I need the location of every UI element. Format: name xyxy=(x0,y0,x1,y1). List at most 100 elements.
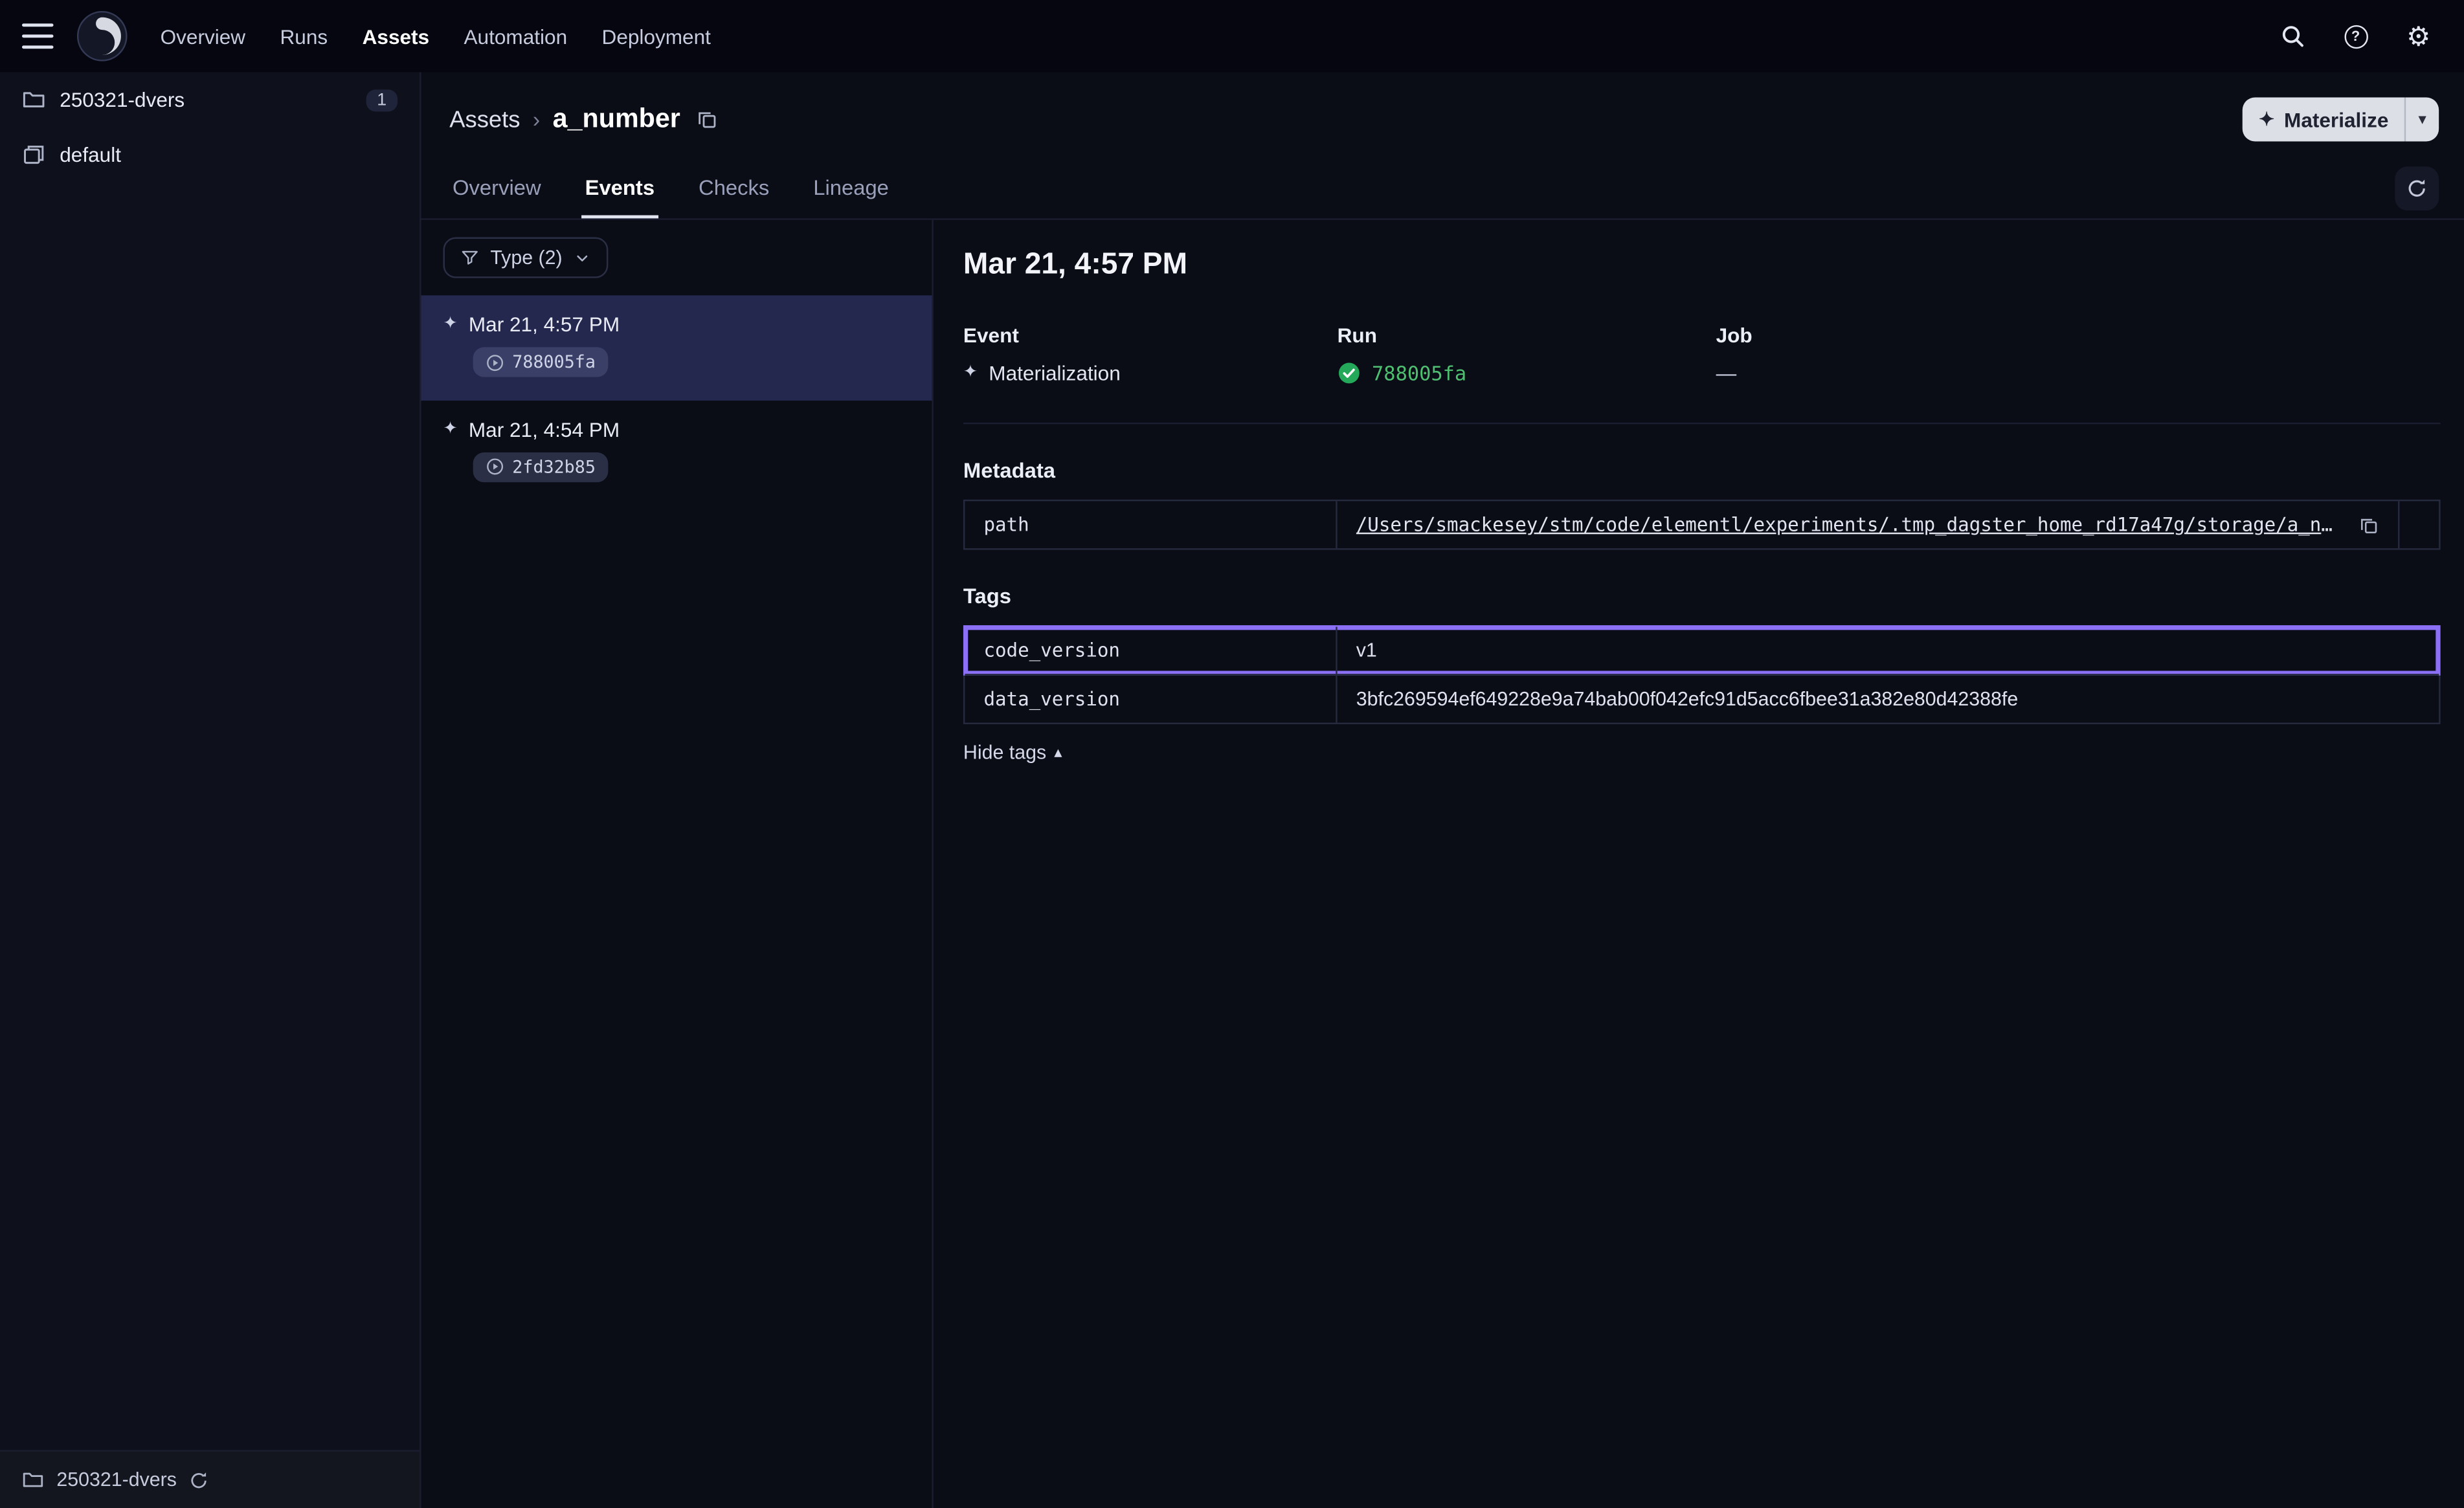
metadata-key: path xyxy=(965,501,1337,548)
menu-icon[interactable] xyxy=(22,23,54,49)
reload-icon[interactable] xyxy=(189,1470,210,1491)
event-type-text: Materialization xyxy=(989,361,1120,384)
sidebar: 250321-dvers 1 default 250321-dvers xyxy=(0,72,421,1508)
job-value: — xyxy=(1716,361,1737,384)
sidebar-item-default-group[interactable]: default xyxy=(0,128,420,183)
type-filter-button[interactable]: Type (2) xyxy=(443,238,608,278)
nav-overview[interactable]: Overview xyxy=(161,25,246,48)
dagster-logo-icon[interactable] xyxy=(76,10,129,63)
metadata-row: path /Users/smackesey/stm/code/elementl/… xyxy=(965,501,2439,548)
help-glyph: ? xyxy=(2344,25,2367,48)
materialize-dropdown-icon[interactable]: ▾ xyxy=(2406,97,2439,141)
metadata-value: /Users/smackesey/stm/code/elementl/exper… xyxy=(1338,501,2398,548)
tag-row-data-version: data_version 3bfc269594ef649228e9a74bab0… xyxy=(965,674,2439,722)
folder-icon xyxy=(22,1469,44,1491)
materialize-button[interactable]: ✦ Materialize ▾ xyxy=(2243,97,2439,141)
run-status-icon xyxy=(486,457,504,476)
asset-group-icon xyxy=(22,143,45,166)
materialization-icon: ✦ xyxy=(443,316,457,333)
event-column: Event ✦ Materialization xyxy=(963,324,1338,385)
refresh-icon[interactable] xyxy=(2395,166,2439,210)
chevron-down-icon xyxy=(574,249,591,267)
event-timestamp-row: ✦ Mar 21, 4:57 PM xyxy=(443,313,910,336)
page-title: a_number xyxy=(553,104,680,135)
tags-table: code_version v1 data_version 3bfc269594e… xyxy=(963,625,2441,724)
run-id-link[interactable]: 788005fa xyxy=(1372,361,1466,384)
materialization-icon: ✦ xyxy=(443,420,457,438)
event-run-row: 788005fa xyxy=(473,347,910,379)
sidebar-item-label: 250321-dvers xyxy=(60,88,185,111)
folder-icon xyxy=(22,88,45,111)
event-detail-panel: Mar 21, 4:57 PM Event ✦ Materialization … xyxy=(934,220,2464,1508)
sidebar-item-code-location[interactable]: 250321-dvers 1 xyxy=(0,72,420,128)
filter-icon xyxy=(460,249,479,267)
event-list-item[interactable]: ✦ Mar 21, 4:54 PM 2fd32b85 xyxy=(421,400,932,504)
asset-tabs: Overview Events Checks Lineage xyxy=(421,166,2464,220)
run-id-text: 2fd32b85 xyxy=(512,456,596,477)
materialization-icon: ✦ xyxy=(963,364,978,382)
tab-overview[interactable]: Overview xyxy=(449,176,544,219)
run-id-pill: 2fd32b85 xyxy=(473,452,609,482)
tag-value: 3bfc269594ef649228e9a74bab00f042efc91d5a… xyxy=(1338,676,2439,723)
job-label: Job xyxy=(1716,324,2441,347)
tag-value-text: v1 xyxy=(1356,639,1377,661)
materialize-sparkle-icon: ✦ xyxy=(2259,108,2274,130)
sidebar-footer-label: 250321-dvers xyxy=(56,1469,177,1491)
sidebar-item-label: default xyxy=(60,143,121,166)
materialize-button-label: Materialize xyxy=(2284,107,2388,131)
topnav-icons: ? ⚙ xyxy=(2276,19,2442,53)
tag-value: v1 xyxy=(1338,626,2439,674)
run-id-pill: 788005fa xyxy=(473,347,609,377)
event-run-row: 2fd32b85 xyxy=(473,452,910,484)
hide-tags-label: Hide tags xyxy=(963,742,1046,764)
event-label: Event xyxy=(963,324,1338,347)
tag-key: data_version xyxy=(965,676,1337,723)
event-list-item[interactable]: ✦ Mar 21, 4:57 PM 788005fa xyxy=(421,295,932,399)
caret-up-icon: ▴ xyxy=(1054,744,1062,761)
type-filter-label: Type (2) xyxy=(490,247,562,269)
run-column: Run 788005fa xyxy=(1338,324,1716,385)
tag-row-code-version: code_version v1 xyxy=(965,626,2439,674)
breadcrumb: Assets › a_number xyxy=(449,104,718,135)
breadcrumb-separator: › xyxy=(533,107,540,132)
event-timestamp: Mar 21, 4:57 PM xyxy=(469,313,620,336)
top-nav: Overview Runs Assets Automation Deployme… xyxy=(0,0,2464,72)
copy-path-icon[interactable] xyxy=(2358,515,2379,535)
tab-lineage[interactable]: Lineage xyxy=(810,176,891,219)
job-column: Job — xyxy=(1716,324,2441,385)
section-divider xyxy=(963,423,2441,424)
path-link[interactable]: /Users/smackesey/stm/code/elementl/exper… xyxy=(1356,514,2343,536)
tab-events[interactable]: Events xyxy=(582,176,658,219)
event-info-grid: Event ✦ Materialization Run 788005fa xyxy=(963,324,2441,385)
breadcrumb-assets-link[interactable]: Assets xyxy=(449,106,520,133)
main-content: Assets › a_number ✦ Materialize ▾ xyxy=(421,72,2464,1508)
tag-value-text: 3bfc269594ef649228e9a74bab00f042efc91d5a… xyxy=(1356,688,2019,710)
nav-deployment[interactable]: Deployment xyxy=(602,25,711,48)
event-detail-title: Mar 21, 4:57 PM xyxy=(963,249,2441,283)
nav-automation[interactable]: Automation xyxy=(464,25,568,48)
gear-icon[interactable]: ⚙ xyxy=(2401,19,2436,53)
nav-assets[interactable]: Assets xyxy=(363,25,430,48)
gear-glyph: ⚙ xyxy=(2406,23,2430,49)
materialize-button-main: ✦ Materialize xyxy=(2243,97,2404,141)
search-icon[interactable] xyxy=(2276,19,2310,53)
hide-tags-link[interactable]: Hide tags ▴ xyxy=(963,742,1062,764)
run-value: 788005fa xyxy=(1338,361,1716,384)
help-icon[interactable]: ? xyxy=(2338,19,2373,53)
count-badge: 1 xyxy=(366,89,398,111)
metadata-row-end-cell xyxy=(2398,501,2439,548)
tag-key: code_version xyxy=(965,626,1337,674)
sidebar-footer-code-location[interactable]: 250321-dvers xyxy=(0,1450,420,1508)
event-timestamp-row: ✦ Mar 21, 4:54 PM xyxy=(443,417,910,440)
filter-row: Type (2) xyxy=(421,220,932,296)
metadata-heading: Metadata xyxy=(963,459,2441,482)
sidebar-spacer xyxy=(0,183,420,1450)
event-value: ✦ Materialization xyxy=(963,361,1338,384)
tags-heading: Tags xyxy=(963,584,2441,608)
run-label: Run xyxy=(1338,324,1716,347)
copy-asset-name-icon[interactable] xyxy=(696,108,718,130)
main-nav: Overview Runs Assets Automation Deployme… xyxy=(161,25,711,48)
app-root: Overview Runs Assets Automation Deployme… xyxy=(0,0,2464,1508)
nav-runs[interactable]: Runs xyxy=(280,25,328,48)
tab-checks[interactable]: Checks xyxy=(695,176,772,219)
